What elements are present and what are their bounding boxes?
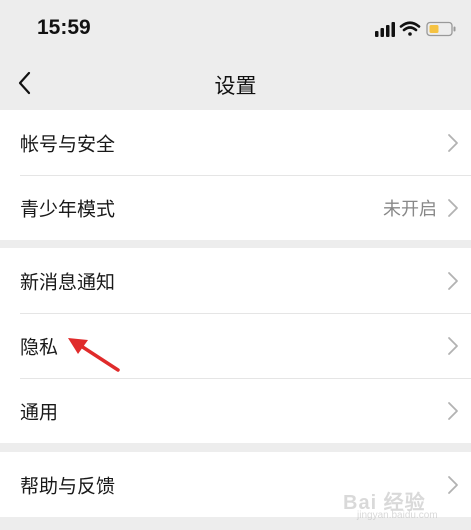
settings-item-label: 青少年模式 bbox=[20, 198, 116, 220]
settings-item-account-security[interactable]: 帐号与安全 bbox=[0, 110, 471, 175]
settings-group-account: 帐号与安全 青少年模式 未开启 bbox=[0, 110, 471, 240]
status-bar: 15:59 bbox=[0, 0, 471, 58]
status-time: 15:59 bbox=[37, 16, 91, 39]
watermark-url: jingyan.baidu.com bbox=[357, 510, 438, 521]
chevron-right-icon bbox=[448, 133, 458, 152]
status-icons bbox=[375, 20, 457, 38]
settings-item-label: 帮助与反馈 bbox=[20, 475, 116, 497]
page-title: 设置 bbox=[214, 74, 257, 98]
chevron-right-icon bbox=[448, 271, 458, 290]
settings-item-label: 新消息通知 bbox=[20, 271, 116, 293]
settings-item-label: 隐私 bbox=[20, 336, 59, 358]
battery-icon bbox=[426, 21, 456, 37]
baidu-jingyan-watermark: Bai 经验 jingyan.baidu.com bbox=[343, 486, 463, 524]
settings-item-teen-mode[interactable]: 青少年模式 未开启 bbox=[0, 175, 471, 240]
chevron-right-icon bbox=[448, 198, 458, 217]
settings-item-notifications[interactable]: 新消息通知 bbox=[0, 248, 471, 313]
settings-item-value: 未开启 bbox=[383, 198, 437, 220]
chevron-right-icon bbox=[448, 336, 458, 355]
settings-item-label: 帐号与安全 bbox=[20, 133, 116, 155]
nav-bar: 设置 bbox=[0, 58, 471, 110]
annotation-arrow-icon bbox=[68, 338, 120, 372]
settings-item-label: 通用 bbox=[20, 401, 59, 423]
settings-item-general[interactable]: 通用 bbox=[0, 378, 471, 443]
signal-icon bbox=[375, 22, 395, 37]
wifi-icon bbox=[399, 21, 421, 36]
chevron-right-icon bbox=[448, 401, 458, 420]
